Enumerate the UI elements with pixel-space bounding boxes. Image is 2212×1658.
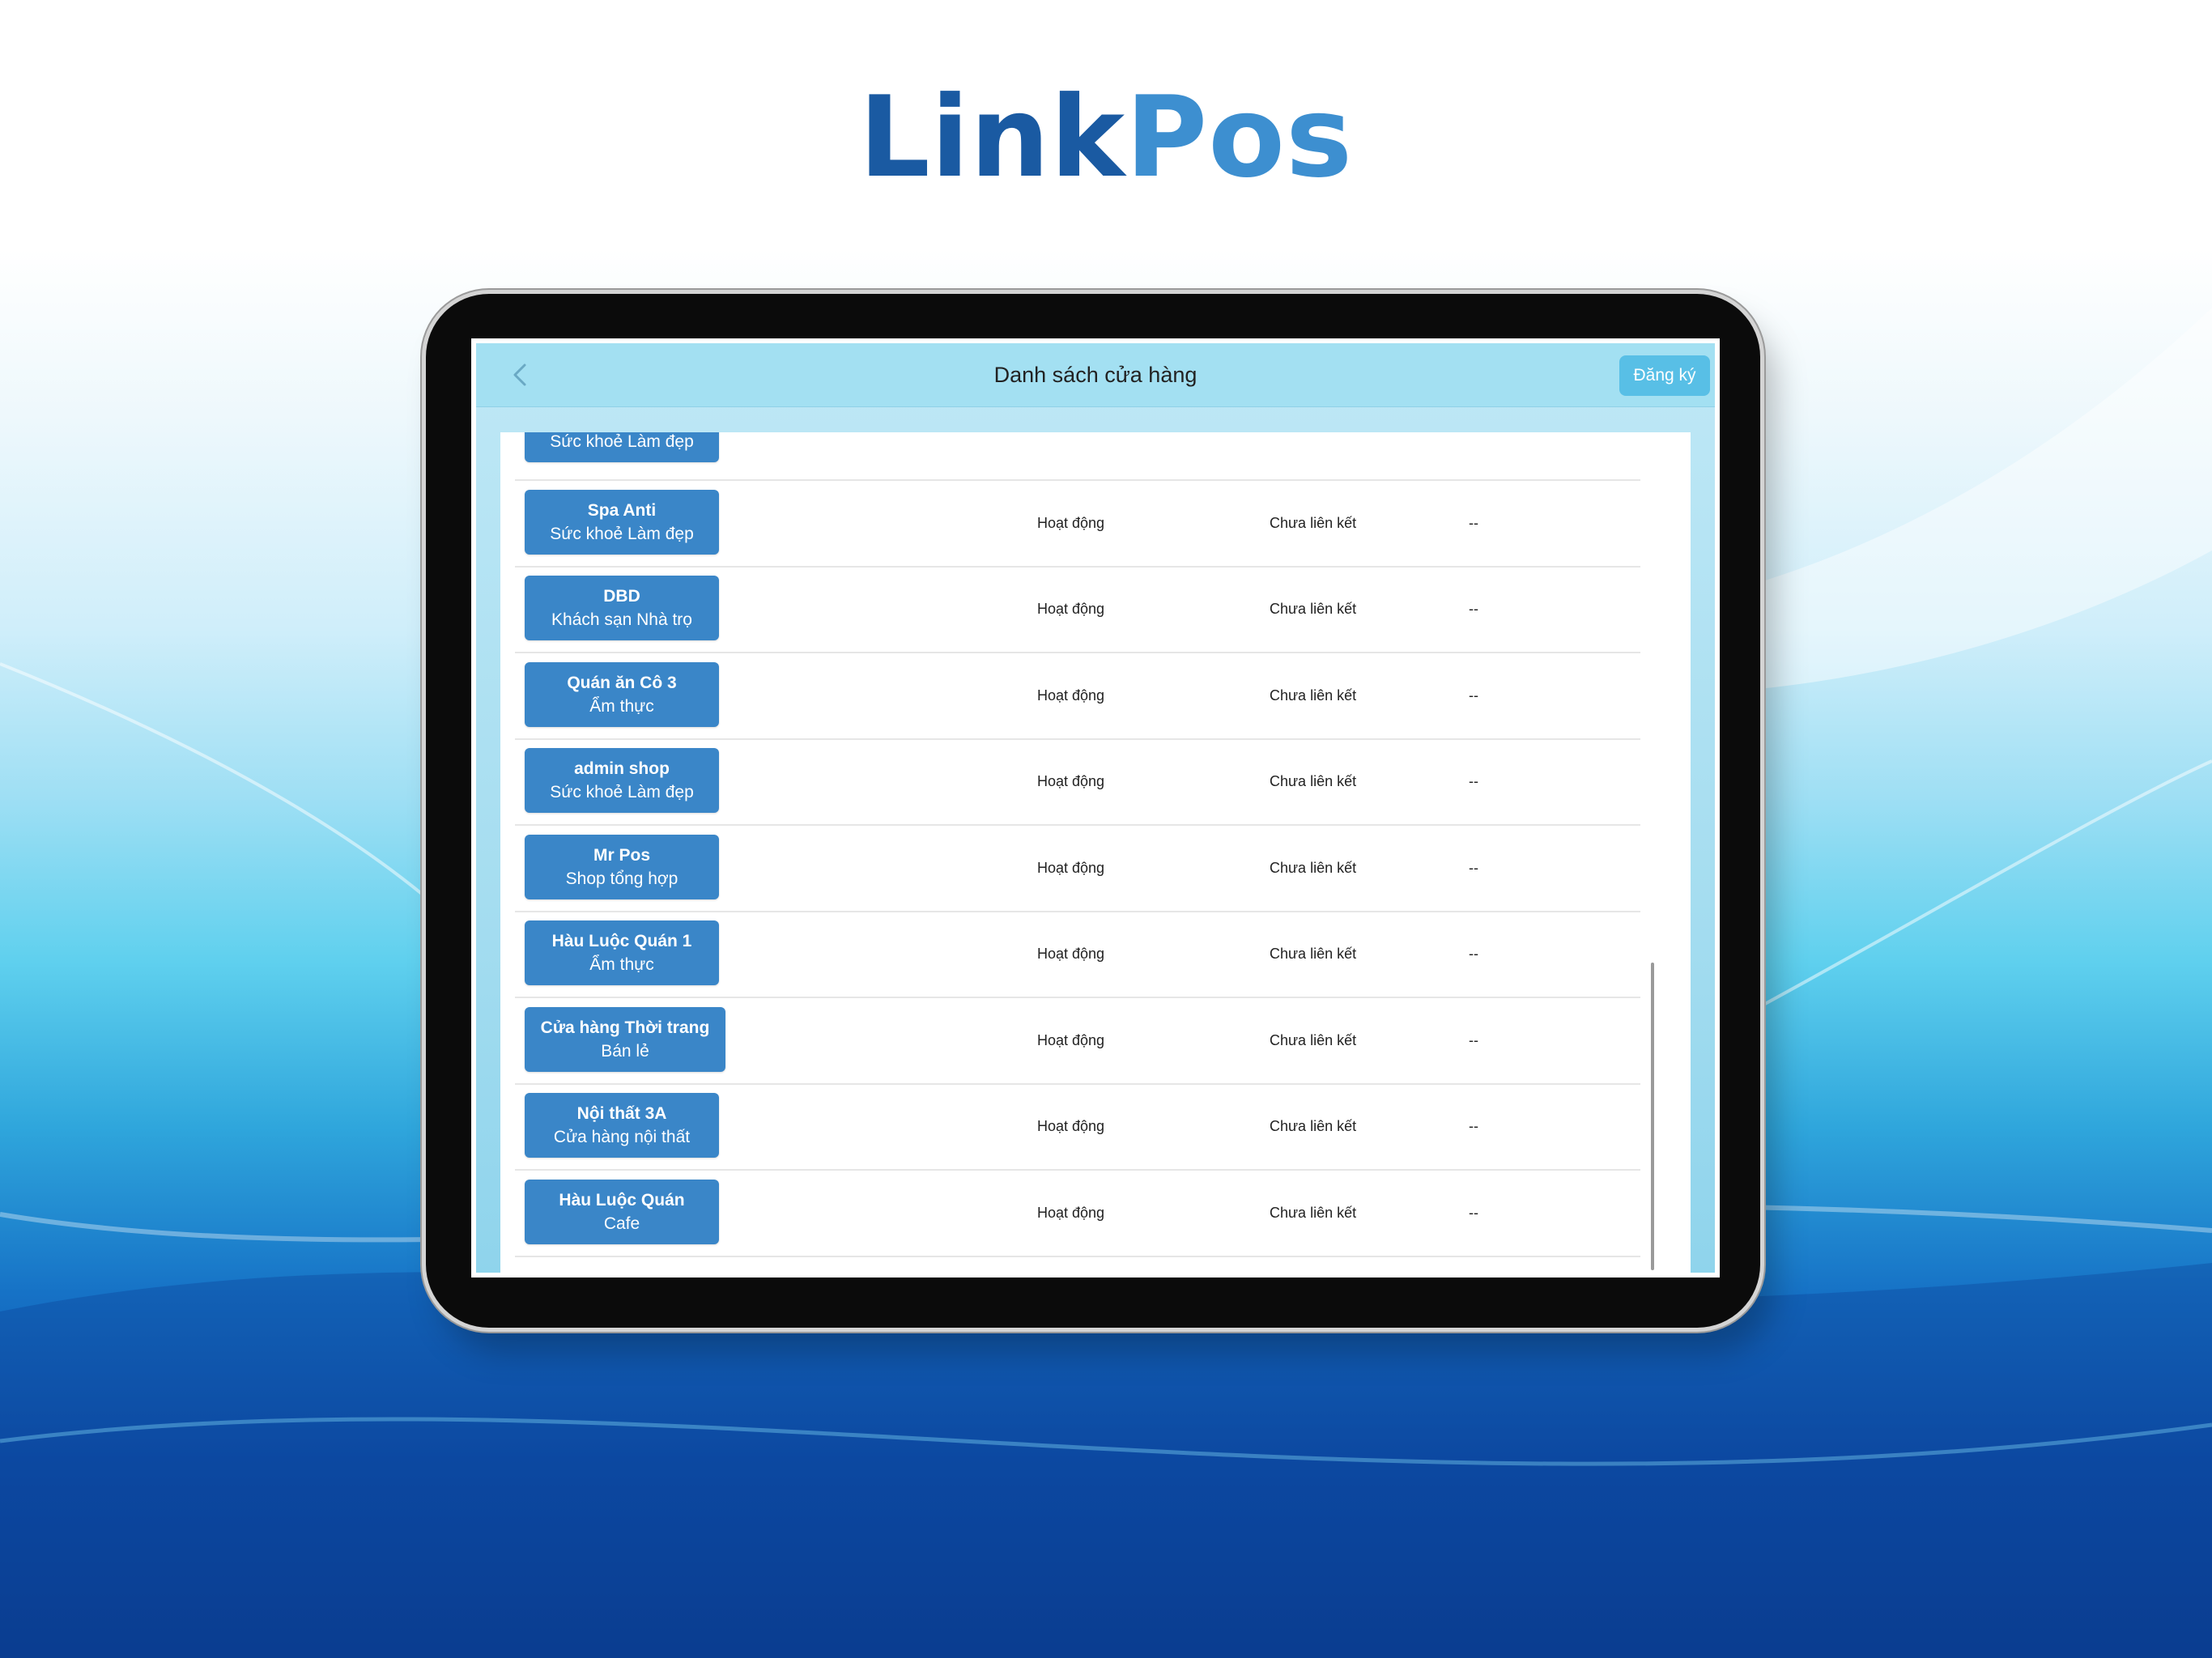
- linkpos-logo: LinkPos: [0, 77, 2212, 198]
- store-link-status: Chưa liên kết: [1270, 514, 1357, 531]
- navbar: Danh sách cửa hàng Đăng ký: [476, 343, 1715, 407]
- store-chip[interactable]: DBD Khách sạn Nhà trọ: [525, 576, 719, 640]
- store-row[interactable]: Hàu Luộc Quán Cafe Hoạt động Chưa liên kết -…: [515, 1170, 1640, 1257]
- store-link-status: Chưa liên kết: [1270, 1204, 1357, 1221]
- store-link-status: Chưa liên kết: [1270, 1031, 1357, 1048]
- store-extra: --: [1469, 1118, 1478, 1134]
- store-chip[interactable]: Spa Anti Sức khoẻ Làm đẹp: [525, 489, 719, 555]
- store-status: Hoạt động: [1037, 687, 1105, 704]
- app-view: Danh sách cửa hàng Đăng ký Anh TúSức kho…: [476, 343, 1715, 1274]
- store-extra: --: [1469, 687, 1478, 704]
- store-list[interactable]: Anh TúSức khoẻ Làm đẹp Hoạt động Chưa liên…: [500, 432, 1691, 1274]
- store-status: Hoạt động: [1037, 601, 1105, 617]
- register-button[interactable]: Đăng ký: [1619, 355, 1710, 396]
- store-chip[interactable]: Quán ăn Cô 3 Ẩm thực: [525, 661, 719, 727]
- store-category: Ẩm thực: [589, 955, 654, 974]
- logo-part-pos: Pos: [1125, 72, 1354, 202]
- store-row[interactable]: Anh TúSức khoẻ Làm đẹp Hoạt động Chưa liên…: [515, 432, 1640, 481]
- store-extra: --: [1469, 859, 1478, 876]
- store-name: Hàu Luộc Quán 1: [551, 932, 692, 950]
- store-row[interactable]: Nội thất 3A Cửa hàng nội thất Hoạt động Chư…: [515, 1083, 1640, 1171]
- store-name: admin shop: [574, 759, 670, 778]
- store-chip[interactable]: Cửa hàng Thời trang Bán lẻ: [525, 1006, 725, 1072]
- store-extra: --: [1469, 773, 1478, 789]
- store-name: Nội thất 3A: [576, 1104, 667, 1123]
- store-name: Spa Anti: [587, 500, 657, 520]
- store-link-status: Chưa liên kết: [1270, 859, 1357, 876]
- store-status: Hoạt động: [1037, 1118, 1105, 1134]
- store-chip[interactable]: Mr Pos Shop tổng hợp: [525, 834, 719, 899]
- back-button[interactable]: [508, 363, 533, 387]
- store-category: Sức khoẻ Làm đẹp: [550, 432, 694, 451]
- store-category: Ẩm thực: [589, 696, 654, 716]
- store-extra: --: [1469, 1204, 1478, 1221]
- store-name: Hàu Luộc Quán: [559, 1190, 685, 1209]
- store-status: Hoạt động: [1037, 946, 1105, 962]
- store-extra: --: [1469, 514, 1478, 531]
- tablet-frame: Danh sách cửa hàng Đăng ký Anh TúSức kho…: [426, 294, 1760, 1328]
- store-status: Hoạt động: [1037, 859, 1105, 876]
- store-extra: --: [1469, 432, 1478, 444]
- store-category: Khách sạn Nhà trọ: [551, 610, 692, 629]
- store-extra: --: [1469, 1031, 1478, 1048]
- store-status: Hoạt động: [1037, 1031, 1105, 1048]
- store-chip[interactable]: Anh TúSức khoẻ Làm đẹp: [525, 432, 719, 462]
- store-link-status: Chưa liên kết: [1270, 687, 1357, 704]
- page-title: Danh sách cửa hàng: [993, 363, 1197, 387]
- chevron-left-icon: [513, 363, 526, 386]
- store-status: Hoạt động: [1037, 773, 1105, 789]
- store-link-status: Chưa liên kết: [1270, 773, 1357, 789]
- store-link-status: Chưa liên kết: [1270, 1118, 1357, 1134]
- store-category: Cafe: [603, 1214, 640, 1233]
- store-link-status: Chưa liên kết: [1270, 946, 1357, 962]
- scrollbar[interactable]: [1651, 963, 1654, 1270]
- store-name: Mr Pos: [593, 845, 650, 865]
- store-name: Quán ăn Cô 3: [567, 673, 677, 692]
- store-category: Bán lẻ: [601, 1041, 649, 1061]
- store-chip[interactable]: Nội thất 3A Cửa hàng nội thất: [525, 1093, 719, 1158]
- store-chip[interactable]: admin shop Sức khoẻ Làm đẹp: [525, 748, 719, 813]
- store-name: DBD: [603, 587, 640, 606]
- store-row[interactable]: Cửa hàng Thời trang Bán lẻ Hoạt động Chưa l…: [515, 997, 1640, 1085]
- store-extra: --: [1469, 601, 1478, 617]
- store-category: Sức khoẻ Làm đẹp: [550, 524, 694, 543]
- store-chip[interactable]: Hàu Luộc Quán Cafe: [525, 1179, 719, 1244]
- store-chip[interactable]: Hàu Luộc Quán 1 Ẩm thực: [525, 920, 719, 985]
- store-status: Hoạt động: [1037, 514, 1105, 531]
- store-category: Shop tổng hợp: [565, 869, 678, 888]
- store-extra: --: [1469, 946, 1478, 962]
- store-row[interactable]: Quán ăn Cô 3 Ẩm thực Hoạt động Chưa liên kế…: [515, 653, 1640, 740]
- logo-part-link: Link: [858, 72, 1126, 202]
- store-row[interactable]: Mr Pos Shop tổng hợp Hoạt động Chưa liên kế…: [515, 825, 1640, 912]
- store-row[interactable]: DBD Khách sạn Nhà trọ Hoạt động Chưa liên k…: [515, 566, 1640, 653]
- store-status: Hoạt động: [1037, 432, 1104, 444]
- store-category: Cửa hàng nội thất: [553, 1128, 691, 1146]
- store-row[interactable]: admin shop Sức khoẻ Làm đẹp Hoạt động Chưa …: [515, 738, 1640, 826]
- store-status: Hoạt động: [1037, 1204, 1105, 1221]
- store-category: Sức khoẻ Làm đẹp: [550, 783, 694, 801]
- store-row[interactable]: Spa Anti Sức khoẻ Làm đẹp Hoạt động Chưa li…: [515, 480, 1640, 568]
- store-name: Cửa hàng Thời trang: [540, 1018, 710, 1037]
- store-row[interactable]: Hàu Luộc Quán 1 Ẩm thực Hoạt động Chưa liên…: [515, 911, 1640, 998]
- store-link-status: Chưa liên kết: [1270, 432, 1356, 444]
- store-link-status: Chưa liên kết: [1270, 601, 1357, 617]
- tablet-screen: Danh sách cửa hàng Đăng ký Anh TúSức kho…: [471, 338, 1720, 1278]
